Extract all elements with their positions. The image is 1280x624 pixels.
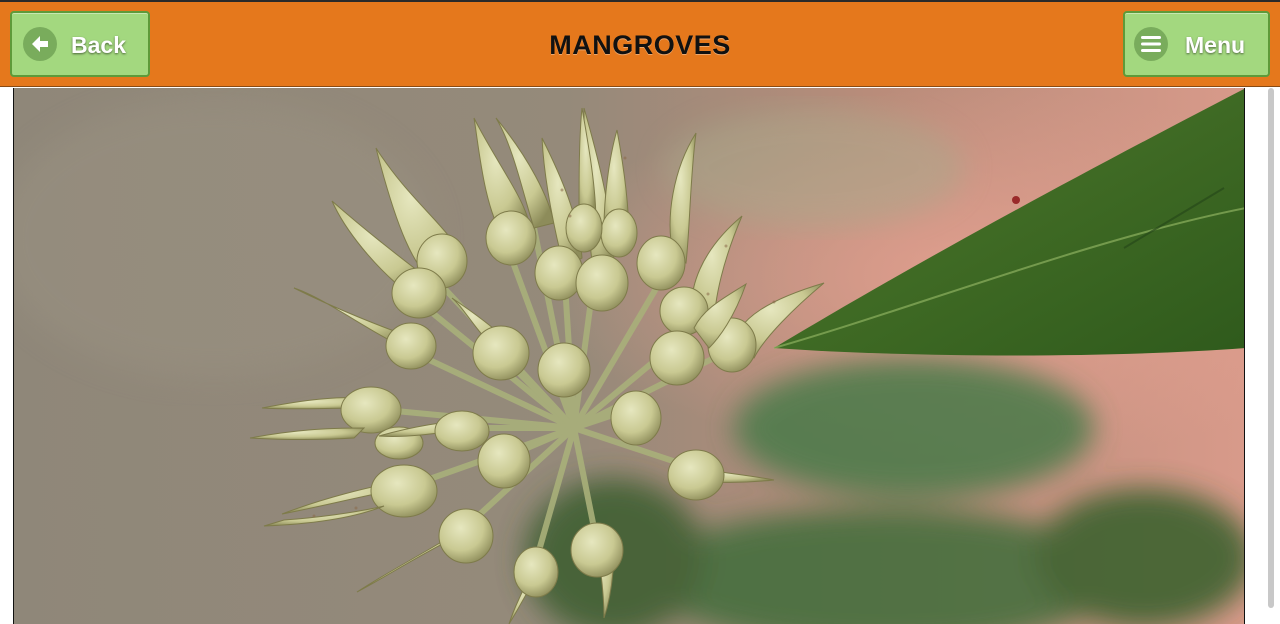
page-title: MANGROVES xyxy=(549,30,731,60)
menu-button-label: Menu xyxy=(1185,32,1246,58)
mangrove-flower-photo xyxy=(13,88,1245,624)
header-bar: Back MANGROVES Menu xyxy=(0,0,1280,87)
vertical-scrollbar[interactable] xyxy=(1268,88,1274,608)
menu-button[interactable]: Menu xyxy=(1123,11,1270,77)
hamburger-icon xyxy=(1134,27,1168,61)
